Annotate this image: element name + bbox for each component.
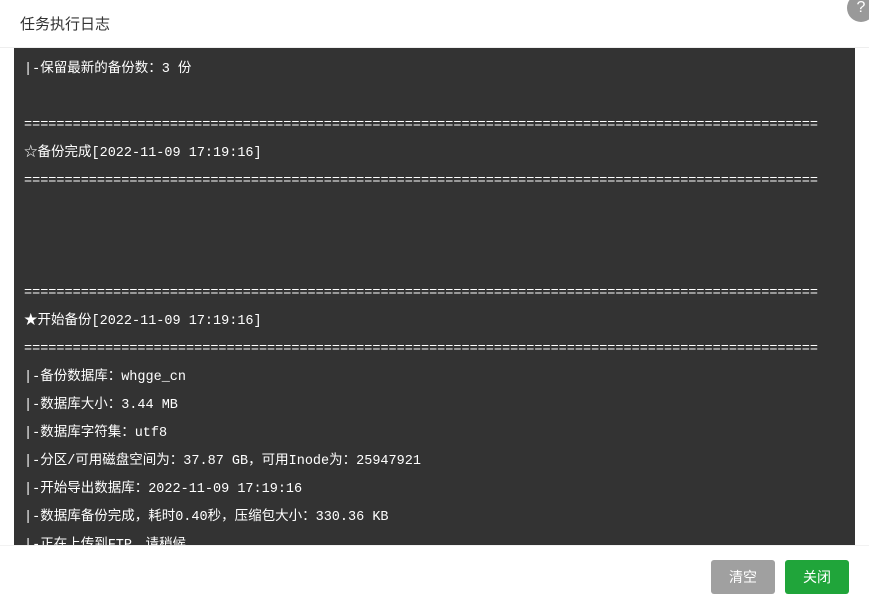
log-line: |-数据库备份完成，耗时0.40秒，压缩包大小：330.36 KB [24,504,845,532]
log-line [24,196,845,224]
log-line: |-保留最新的备份数：3 份 [24,56,845,84]
modal-body: |-保留最新的备份数：3 份 =========================… [0,48,869,545]
modal-title: 任务执行日志 [20,13,110,34]
close-button[interactable]: 关闭 [785,560,849,594]
log-line: ========================================… [24,280,845,308]
clear-button[interactable]: 清空 [711,560,775,594]
log-line: |-分区/可用磁盘空间为：37.87 GB，可用Inode为：25947921 [24,448,845,476]
task-log-modal: ? 任务执行日志 |-保留最新的备份数：3 份 ================… [0,0,869,608]
log-output[interactable]: |-保留最新的备份数：3 份 =========================… [14,48,855,545]
log-line [24,84,845,112]
log-line: |-数据库字符集：utf8 [24,420,845,448]
modal-header: 任务执行日志 [0,0,869,48]
log-line: ☆备份完成[2022-11-09 17:19:16] [24,140,845,168]
log-line: ★开始备份[2022-11-09 17:19:16] [24,308,845,336]
log-line: |-开始导出数据库：2022-11-09 17:19:16 [24,476,845,504]
log-line [24,224,845,252]
modal-footer: 清空 关闭 [0,545,869,608]
log-line: ========================================… [24,112,845,140]
log-line: ========================================… [24,168,845,196]
log-line: |-数据库大小：3.44 MB [24,392,845,420]
log-line: ========================================… [24,336,845,364]
log-line: |-正在上传到FTP，请稍候... [24,532,845,545]
log-line: |-备份数据库：whgge_cn [24,364,845,392]
log-line [24,252,845,280]
